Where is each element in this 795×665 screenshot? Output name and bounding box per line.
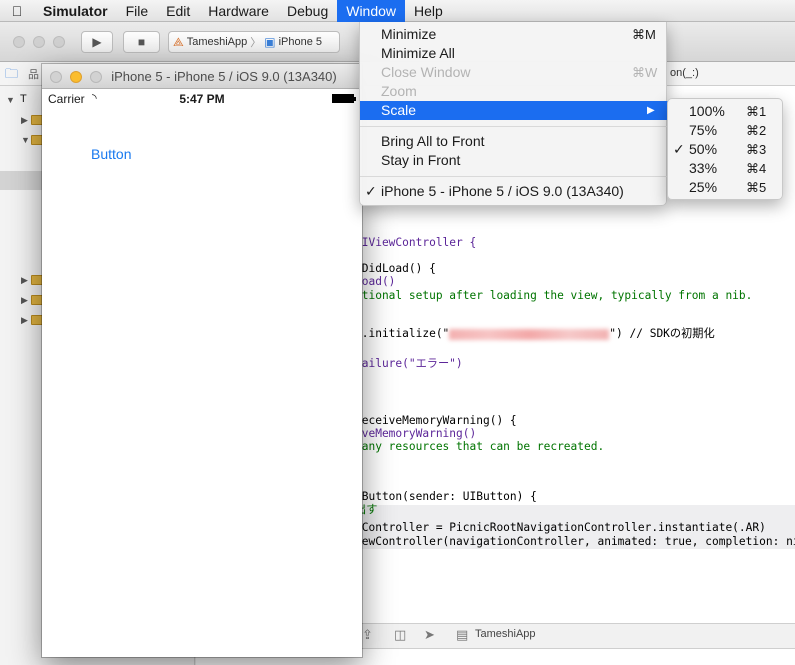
menu-item-scale[interactable]: Scale ▶ bbox=[360, 101, 668, 120]
scale-label: 33% bbox=[689, 160, 718, 176]
code-line: any resources that can be recreated. bbox=[355, 440, 605, 453]
simulator-title: iPhone 5 - iPhone 5 / iOS 9.0 (13A340) bbox=[111, 69, 337, 84]
menu-item-label: Scale bbox=[381, 102, 417, 118]
scale-option-75[interactable]: 75% ⌘2 bbox=[668, 121, 784, 140]
checkmark-icon: ✓ bbox=[365, 183, 377, 199]
menu-separator bbox=[360, 126, 668, 127]
window-menu: Minimize ⌘M Minimize All Close Window ⌘W… bbox=[359, 22, 668, 206]
status-time: 5:47 PM bbox=[179, 92, 225, 106]
menu-item-device-window[interactable]: ✓ iPhone 5 - iPhone 5 / iOS 9.0 (13A340) bbox=[360, 182, 668, 201]
xcode-close-button[interactable] bbox=[13, 36, 25, 48]
debug-target-label[interactable]: TameshiApp bbox=[475, 628, 536, 640]
disclosure-triangle-icon[interactable]: ▶ bbox=[21, 295, 28, 306]
xcode-zoom-button[interactable] bbox=[53, 36, 65, 48]
code-line: iveMemoryWarning() bbox=[355, 427, 477, 440]
view-debug-icon[interactable]: ◫ bbox=[394, 627, 406, 643]
code-line: t.initialize(" ") // SDKの初期化 bbox=[355, 327, 715, 340]
shortcut-label: ⌘4 bbox=[746, 161, 767, 176]
app-button[interactable]: Button bbox=[91, 146, 131, 162]
code-line: wDidLoad() { bbox=[355, 262, 436, 275]
menu-simulator[interactable]: Simulator bbox=[34, 0, 117, 22]
chevron-right-icon: 〉 bbox=[250, 37, 262, 49]
battery-icon bbox=[332, 94, 356, 103]
menu-item-label: Bring All to Front bbox=[381, 133, 485, 149]
scheme-device-label: iPhone 5 bbox=[278, 36, 323, 48]
disclosure-triangle-icon[interactable]: ▶ bbox=[21, 275, 28, 286]
menu-edit[interactable]: Edit bbox=[157, 0, 199, 22]
menu-item-bring-all-to-front[interactable]: Bring All to Front bbox=[360, 132, 668, 151]
menu-item-label: Close Window bbox=[381, 64, 471, 80]
device-icon: ▣ bbox=[264, 35, 276, 49]
menu-item-close-window: Close Window ⌘W bbox=[360, 63, 668, 82]
ios-status-bar: Carrier ◝ 5:47 PM bbox=[42, 89, 362, 109]
checkmark-icon: ✓ bbox=[673, 141, 685, 157]
scale-option-100[interactable]: 100% ⌘1 bbox=[668, 102, 784, 121]
scheme-selector[interactable]: ⟁ TameshiApp 〉 ▣ iPhone 5 bbox=[168, 31, 340, 53]
shortcut-label: ⌘5 bbox=[746, 180, 767, 195]
hierarchy-icon[interactable]: 品 bbox=[28, 66, 39, 82]
code-line: iewController(navigationController, anim… bbox=[355, 535, 795, 548]
stop-icon: ■ bbox=[137, 35, 146, 49]
menu-item-label: iPhone 5 - iPhone 5 / iOS 9.0 (13A340) bbox=[381, 183, 624, 199]
stop-button[interactable]: ■ bbox=[123, 31, 160, 53]
menu-bar:  Simulator File Edit Hardware Debug Win… bbox=[0, 0, 795, 22]
scale-option-50[interactable]: ✓ 50% ⌘3 bbox=[668, 140, 784, 159]
scale-label: 100% bbox=[689, 103, 725, 119]
menu-item-minimize-all[interactable]: Minimize All bbox=[360, 44, 668, 63]
disclosure-triangle-icon[interactable]: ▼ bbox=[21, 135, 30, 145]
menu-item-label: Minimize bbox=[381, 26, 437, 42]
apple-logo-icon[interactable]:  bbox=[0, 3, 34, 19]
jump-bar-method[interactable]: on(_:) bbox=[670, 67, 699, 79]
shortcut-label: ⌘1 bbox=[746, 104, 767, 119]
menu-item-label: Stay in Front bbox=[381, 152, 461, 168]
menu-item-label: Zoom bbox=[381, 83, 417, 99]
menu-help[interactable]: Help bbox=[405, 0, 452, 22]
menu-item-minimize[interactable]: Minimize ⌘M bbox=[360, 25, 668, 44]
shortcut-label: ⌘2 bbox=[746, 123, 767, 138]
play-icon: ▶ bbox=[92, 35, 102, 49]
scale-submenu: 100% ⌘1 75% ⌘2 ✓ 50% ⌘3 33% ⌘4 25% ⌘5 bbox=[667, 98, 783, 200]
scale-label: 75% bbox=[689, 122, 718, 138]
menu-window[interactable]: Window bbox=[337, 0, 406, 22]
menu-file[interactable]: File bbox=[117, 0, 158, 22]
code-line: Failure("エラー") bbox=[355, 357, 463, 370]
simulator-title-bar[interactable]: iPhone 5 - iPhone 5 / iOS 9.0 (13A340) bbox=[42, 64, 362, 89]
code-line: itional setup after loading the view, ty… bbox=[355, 289, 753, 302]
menu-item-zoom: Zoom bbox=[360, 82, 668, 101]
xcode-minimize-button[interactable] bbox=[33, 36, 45, 48]
scheme-app-label: TameshiApp bbox=[186, 36, 248, 48]
navigator-project-label: T bbox=[20, 93, 27, 105]
scale-option-25[interactable]: 25% ⌘5 bbox=[668, 178, 784, 197]
scale-option-33[interactable]: 33% ⌘4 bbox=[668, 159, 784, 178]
disclosure-triangle-icon[interactable]: ▶ bbox=[21, 115, 28, 126]
scale-label: 25% bbox=[689, 179, 718, 195]
redacted-key bbox=[449, 328, 610, 340]
code-line: nController = PicnicRootNavigationContro… bbox=[355, 521, 766, 534]
shortcut-label: ⌘3 bbox=[746, 142, 767, 157]
step-out-icon[interactable]: ⇪ bbox=[362, 627, 373, 643]
submenu-arrow-icon: ▶ bbox=[647, 105, 655, 116]
location-icon[interactable]: ➤ bbox=[424, 627, 435, 643]
sim-close-button[interactable] bbox=[50, 71, 62, 83]
disclosure-triangle-icon[interactable]: ▼ bbox=[6, 95, 15, 105]
menu-hardware[interactable]: Hardware bbox=[199, 0, 278, 22]
scale-label: 50% bbox=[689, 141, 718, 157]
shortcut-label: ⌘M bbox=[632, 27, 656, 42]
shortcut-label: ⌘W bbox=[632, 65, 658, 80]
code-line: UIViewController { bbox=[355, 236, 477, 249]
menu-debug[interactable]: Debug bbox=[278, 0, 337, 22]
menu-item-label: Minimize All bbox=[381, 45, 455, 61]
sim-minimize-button[interactable] bbox=[70, 71, 82, 83]
run-button[interactable]: ▶ bbox=[81, 31, 113, 53]
app-target-icon: ⟁ bbox=[173, 34, 184, 49]
code-line: pButton(sender: UIButton) { bbox=[355, 490, 537, 503]
menu-separator bbox=[360, 176, 668, 177]
simulator-window: iPhone 5 - iPhone 5 / iOS 9.0 (13A340) C… bbox=[42, 64, 362, 657]
disclosure-triangle-icon[interactable]: ▶ bbox=[21, 315, 28, 326]
code-line: ReceiveMemoryWarning() { bbox=[355, 414, 517, 427]
menu-item-stay-in-front[interactable]: Stay in Front bbox=[360, 151, 668, 170]
sim-zoom-button[interactable] bbox=[90, 71, 102, 83]
target-app-icon: ▤ bbox=[456, 627, 469, 642]
folder-nav-icon[interactable]: 🗀 bbox=[5, 65, 18, 87]
